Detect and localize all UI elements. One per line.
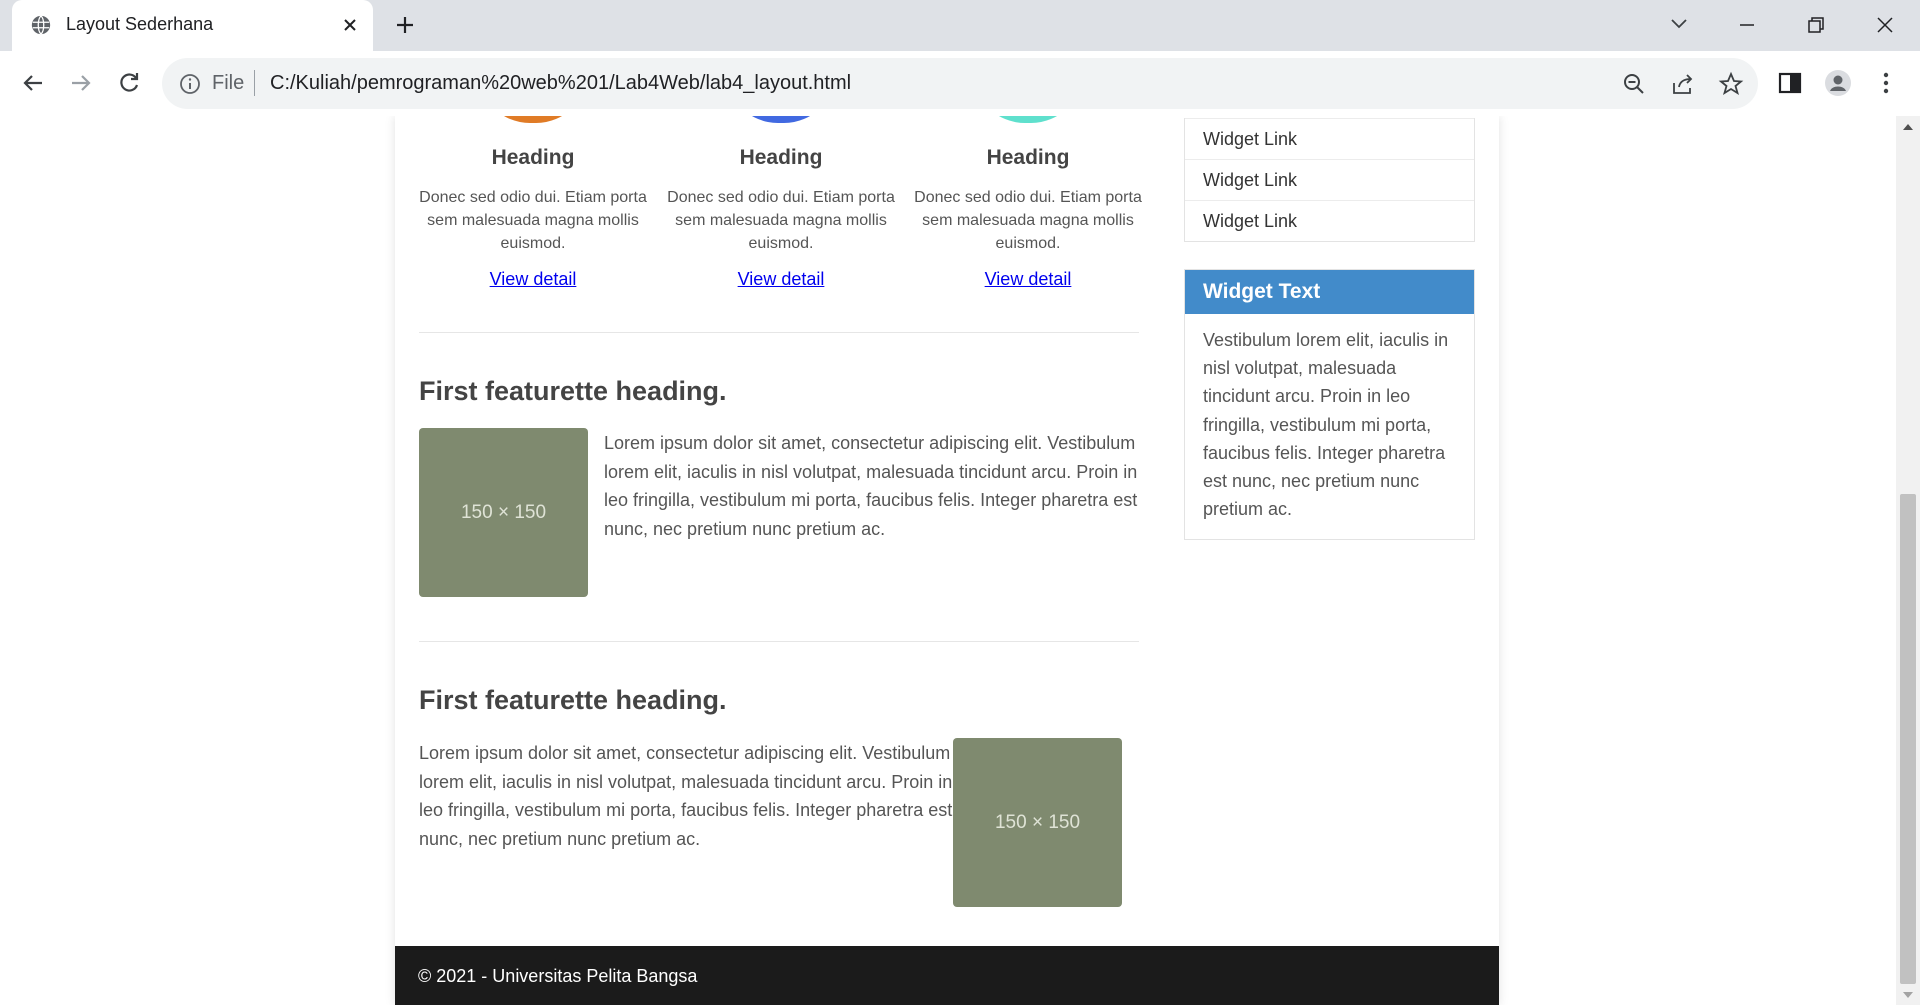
column-text: Donec sed odio dui. Etiam porta sem male… [419, 189, 647, 252]
side-panel-icon[interactable] [1776, 69, 1804, 97]
marketing-column-2: Heading Donec sed odio dui. Etiam porta … [661, 146, 901, 290]
marketing-column-3: Heading Donec sed odio dui. Etiam porta … [908, 146, 1148, 290]
page-container: Heading Donec sed odio dui. Etiam porta … [395, 116, 1499, 1005]
widget-links: Widget Link Widget Link Widget Link [1184, 118, 1475, 242]
footer: © 2021 - Universitas Pelita Bangsa [395, 946, 1499, 1005]
profile-icon[interactable] [1824, 69, 1852, 97]
column-text: Donec sed odio dui. Etiam porta sem male… [667, 189, 895, 252]
footer-text: © 2021 - Universitas Pelita Bangsa [418, 966, 698, 986]
globe-icon [31, 15, 51, 35]
featurette-heading: First featurette heading. [419, 685, 727, 715]
column-heading: Heading [739, 146, 823, 169]
menu-icon[interactable] [1872, 69, 1900, 97]
widget-text: Widget Text Vestibulum lorem elit, iacul… [1184, 269, 1475, 541]
column-heading: Heading [491, 146, 575, 169]
circle-image-3 [973, 116, 1083, 123]
info-icon[interactable] [178, 72, 202, 96]
divider [419, 641, 1139, 642]
restore-icon[interactable] [1801, 10, 1831, 40]
column-heading: Heading [986, 146, 1070, 169]
featurette-image: 150 × 150 [419, 428, 588, 597]
address-bar[interactable]: File C:/Kuliah/pemrograman%20web%201/Lab… [162, 58, 1758, 109]
share-icon[interactable] [1670, 71, 1696, 97]
widget-link[interactable]: Widget Link [1185, 118, 1474, 159]
scheme-label: File [212, 72, 245, 94]
minimize-icon[interactable] [1732, 10, 1762, 40]
circle-image-1 [478, 116, 588, 123]
scroll-up-arrow-icon[interactable] [1902, 122, 1914, 132]
view-detail-link[interactable]: View detail [490, 269, 577, 289]
widget-text-body: Vestibulum lorem elit, iaculis in nisl v… [1203, 330, 1449, 520]
zoom-out-icon[interactable] [1621, 71, 1647, 97]
featurette-heading: First featurette heading. [419, 376, 727, 406]
scroll-down-arrow-icon[interactable] [1902, 990, 1914, 1000]
column-text: Donec sed odio dui. Etiam porta sem male… [914, 189, 1142, 252]
scrollbar[interactable] [1896, 116, 1920, 1005]
reload-icon[interactable] [114, 68, 144, 98]
star-icon[interactable] [1718, 71, 1744, 97]
scroll-thumb[interactable] [1900, 494, 1916, 984]
featurette-text: Lorem ipsum dolor sit amet, consectetur … [604, 433, 1138, 539]
circle-image-2 [726, 116, 836, 123]
marketing-column-1: Heading Donec sed odio dui. Etiam porta … [413, 146, 653, 290]
view-detail-link[interactable]: View detail [985, 269, 1072, 289]
tab-active[interactable]: Layout Sederhana [12, 0, 373, 51]
featurette-text: Lorem ipsum dolor sit amet, consectetur … [419, 743, 953, 849]
tab-title: Layout Sederhana [66, 14, 214, 34]
view-detail-link[interactable]: View detail [738, 269, 825, 289]
browser-toolbar: File C:/Kuliah/pemrograman%20web%201/Lab… [0, 51, 1920, 117]
chevron-down-icon[interactable] [1668, 12, 1690, 34]
url-text[interactable]: C:/Kuliah/pemrograman%20web%201/Lab4Web/… [270, 72, 851, 95]
omnibox-separator [254, 70, 255, 96]
forward-icon[interactable] [66, 68, 96, 98]
widget-text-title: Widget Text [1185, 270, 1474, 314]
plus-icon[interactable] [393, 13, 417, 37]
widget-link[interactable]: Widget Link [1185, 159, 1474, 200]
page-viewport: Heading Donec sed odio dui. Etiam porta … [0, 116, 1896, 1005]
divider [419, 332, 1139, 333]
window-close-icon[interactable] [1870, 10, 1900, 40]
featurette-image: 150 × 150 [953, 738, 1122, 907]
close-icon[interactable] [340, 15, 360, 35]
tab-strip: Layout Sederhana [0, 0, 1920, 51]
back-icon[interactable] [18, 68, 48, 98]
widget-link[interactable]: Widget Link [1185, 200, 1474, 241]
